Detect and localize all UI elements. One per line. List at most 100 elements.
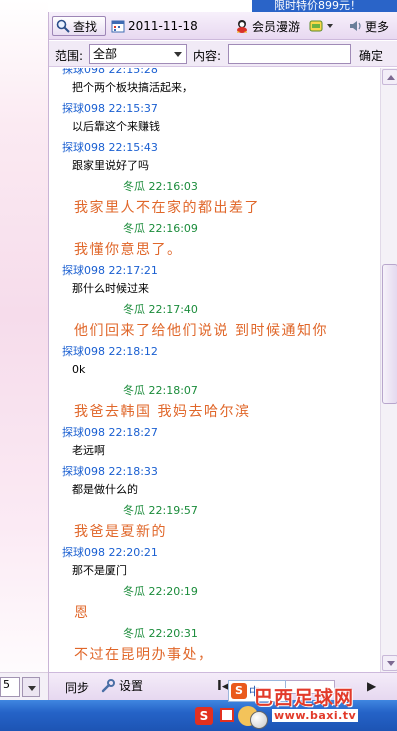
my-message-header: 冬瓜 22:19:57 bbox=[49, 502, 380, 519]
sender-name[interactable]: 探球098 bbox=[62, 141, 105, 154]
tray-app-icon[interactable] bbox=[220, 708, 234, 722]
emoji-icon bbox=[309, 20, 323, 32]
member-avatar-icon bbox=[237, 20, 247, 33]
background-page bbox=[0, 0, 48, 700]
scroll-up-button[interactable] bbox=[382, 69, 397, 85]
watermark-url: www.baxi.tv bbox=[272, 709, 359, 722]
calendar-icon bbox=[111, 20, 125, 33]
sender-name[interactable]: 冬瓜 bbox=[123, 384, 145, 397]
my-message-header: 冬瓜 22:20:31 bbox=[49, 625, 380, 642]
scroll-down-button[interactable] bbox=[382, 655, 397, 671]
sender-name[interactable]: 冬瓜 bbox=[123, 303, 145, 316]
tray-sougou-icon[interactable]: S bbox=[195, 707, 213, 725]
sender-name[interactable]: 冬瓜 bbox=[123, 222, 145, 235]
date-picker-button[interactable]: 2011-11-18 bbox=[111, 16, 198, 36]
content-search-input[interactable] bbox=[228, 44, 351, 64]
sender-name[interactable]: 冬瓜 bbox=[123, 180, 145, 193]
message-text: 以后靠这个来赚钱 bbox=[72, 120, 160, 133]
message-text: 恩 bbox=[74, 605, 90, 621]
message-time: 22:15:28 bbox=[108, 68, 158, 76]
sender-name[interactable]: 探球098 bbox=[62, 546, 105, 559]
sender-name[interactable]: 探球098 bbox=[62, 345, 105, 358]
filter-bar: 范围: 全部 内容: 确定 bbox=[49, 41, 397, 67]
message-text: 老远啊 bbox=[72, 444, 105, 457]
chevron-down-icon bbox=[174, 52, 182, 57]
wrench-icon bbox=[101, 678, 115, 692]
message-time: 22:18:27 bbox=[108, 426, 158, 439]
message-text: 把个两个板块搞活起来， bbox=[72, 81, 193, 94]
more-button[interactable]: 更多 bbox=[348, 16, 389, 36]
scope-value: 全部 bbox=[93, 47, 118, 61]
sender-name[interactable]: 探球098 bbox=[62, 68, 105, 76]
toolbar: 查找 2011-11-18 会员漫游 更多 bbox=[49, 12, 397, 40]
friend-message-header: 探球098 22:18:27 bbox=[49, 424, 380, 441]
speaker-icon bbox=[350, 21, 361, 31]
left-fragment-field[interactable]: 5 bbox=[0, 677, 20, 697]
friend-message-header: 探球098 22:15:28 bbox=[49, 68, 380, 78]
search-button[interactable]: 查找 bbox=[52, 16, 106, 36]
my-message-header: 冬瓜 22:17:40 bbox=[49, 301, 380, 318]
scope-select[interactable]: 全部 bbox=[89, 44, 187, 64]
message-time: 22:19:57 bbox=[148, 504, 198, 517]
emoji-button[interactable] bbox=[309, 16, 334, 36]
member-roaming-label: 会员漫游 bbox=[252, 19, 301, 34]
message-text: 不过在昆明办事处， bbox=[74, 647, 214, 663]
message-item: 冬瓜 22:16:09 我懂你意思了。 bbox=[49, 220, 380, 262]
message-list[interactable]: 探球098 22:15:28 把个两个板块搞活起来， 探球098 22:15:37 以… bbox=[49, 68, 380, 672]
football-icon bbox=[250, 711, 268, 729]
message-item: 冬瓜 22:17:40 他们回来了给他们说说 到时候通知你 bbox=[49, 301, 380, 343]
scrollbar-thumb[interactable] bbox=[382, 264, 397, 404]
friend-message-header: 探球098 22:18:33 bbox=[49, 463, 380, 480]
sender-name[interactable]: 冬瓜 bbox=[123, 627, 145, 640]
member-roaming-button[interactable]: 会员漫游 bbox=[235, 16, 300, 36]
sender-name[interactable]: 冬瓜 bbox=[123, 585, 145, 598]
message-item: 冬瓜 22:19:57 我爸是夏新的 bbox=[49, 502, 380, 544]
message-text: 0k bbox=[72, 363, 86, 376]
message-text: 我懂你意思了。 bbox=[74, 242, 183, 258]
message-time: 22:18:07 bbox=[148, 384, 198, 397]
message-item: 冬瓜 22:20:19 恩 bbox=[49, 583, 380, 625]
vertical-scrollbar[interactable] bbox=[380, 68, 397, 672]
friend-message-header: 探球098 22:18:12 bbox=[49, 343, 380, 360]
sender-name[interactable]: 冬瓜 bbox=[123, 504, 145, 517]
friend-message-header: 探球098 22:15:37 bbox=[49, 100, 380, 117]
message-text: 那不是厦门 bbox=[72, 564, 127, 577]
left-fragment-dropdown[interactable] bbox=[22, 677, 40, 697]
message-time: 22:18:33 bbox=[108, 465, 158, 478]
message-time: 22:15:43 bbox=[108, 141, 158, 154]
settings-button[interactable]: 设置 bbox=[101, 677, 143, 694]
confirm-button[interactable]: 确定 bbox=[359, 47, 383, 64]
sender-name[interactable]: 探球098 bbox=[62, 102, 105, 115]
message-item: 探球098 22:17:21 那什么时候过来 bbox=[49, 262, 380, 301]
sender-name[interactable]: 探球098 bbox=[62, 426, 105, 439]
sender-name[interactable]: 探球098 bbox=[62, 264, 105, 277]
message-time: 22:16:03 bbox=[148, 180, 198, 193]
left-window-fragment: 5 bbox=[0, 672, 48, 700]
content-label: 内容: bbox=[193, 49, 222, 63]
promo-text: 限时特价899元！ bbox=[274, 0, 361, 12]
sender-name[interactable]: 探球098 bbox=[62, 465, 105, 478]
message-time: 22:16:09 bbox=[148, 222, 198, 235]
message-time: 22:18:12 bbox=[108, 345, 158, 358]
chevron-down-icon bbox=[327, 24, 333, 28]
sync-button[interactable]: 同步 bbox=[65, 679, 89, 696]
message-time: 22:17:21 bbox=[108, 264, 158, 277]
promo-banner[interactable]: 限时特价899元！ bbox=[252, 0, 397, 12]
message-time: 22:20:21 bbox=[108, 546, 158, 559]
message-text: 那什么时候过来 bbox=[72, 282, 149, 295]
friend-message-header: 探球098 22:17:21 bbox=[49, 262, 380, 279]
friend-message-header: 探球098 22:15:43 bbox=[49, 139, 380, 156]
message-time: 22:17:40 bbox=[148, 303, 198, 316]
more-label: 更多 bbox=[365, 19, 390, 34]
watermark-title: 巴西足球网 bbox=[254, 687, 355, 709]
message-time: 22:15:37 bbox=[108, 102, 158, 115]
message-item: 探球098 22:18:27 老远啊 bbox=[49, 424, 380, 463]
message-item: 探球098 22:18:33 都是做什么的 bbox=[49, 463, 380, 502]
message-item: 探球098 22:18:12 0k bbox=[49, 343, 380, 382]
my-message-header: 冬瓜 22:16:09 bbox=[49, 220, 380, 237]
chat-history-window: 查找 2011-11-18 会员漫游 更多 范围: 全部 内容: 确定 探球09… bbox=[48, 12, 397, 700]
message-time: 22:20:31 bbox=[148, 627, 198, 640]
search-label: 查找 bbox=[73, 19, 98, 34]
settings-label: 设置 bbox=[119, 679, 144, 693]
message-text: 跟家里说好了吗 bbox=[72, 159, 149, 172]
